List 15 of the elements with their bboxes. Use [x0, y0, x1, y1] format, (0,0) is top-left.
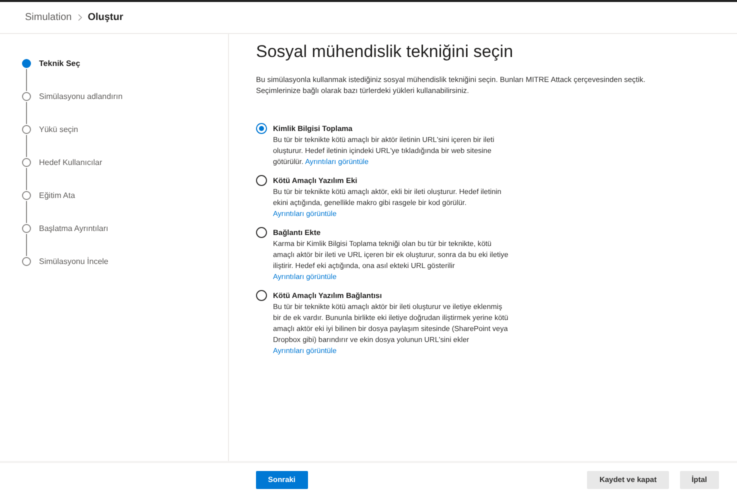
step-label[interactable]: Yükü seçin [39, 125, 78, 134]
radio-button[interactable] [256, 175, 267, 186]
radio-button[interactable] [256, 227, 267, 238]
step-label[interactable]: Teknik Seç [39, 59, 80, 68]
chevron-icon [78, 14, 82, 21]
step-label[interactable]: Simülasyonu İncele [39, 257, 108, 266]
step-label[interactable]: Başlatma Ayrıntıları [39, 224, 108, 233]
breadcrumb-item[interactable]: Simulation [25, 12, 72, 23]
radio-button[interactable] [256, 123, 267, 134]
step-label[interactable]: Hedef Kullanıcılar [39, 158, 102, 167]
step-label[interactable]: Simülasyonu adlandırın [39, 92, 123, 101]
radio-button[interactable] [256, 290, 267, 301]
page-title: Sosyal mühendislik tekniğini seçin [256, 42, 514, 62]
step-label[interactable]: Eğitim Ata [39, 191, 76, 200]
breadcrumb-item: Oluştur [88, 12, 124, 23]
